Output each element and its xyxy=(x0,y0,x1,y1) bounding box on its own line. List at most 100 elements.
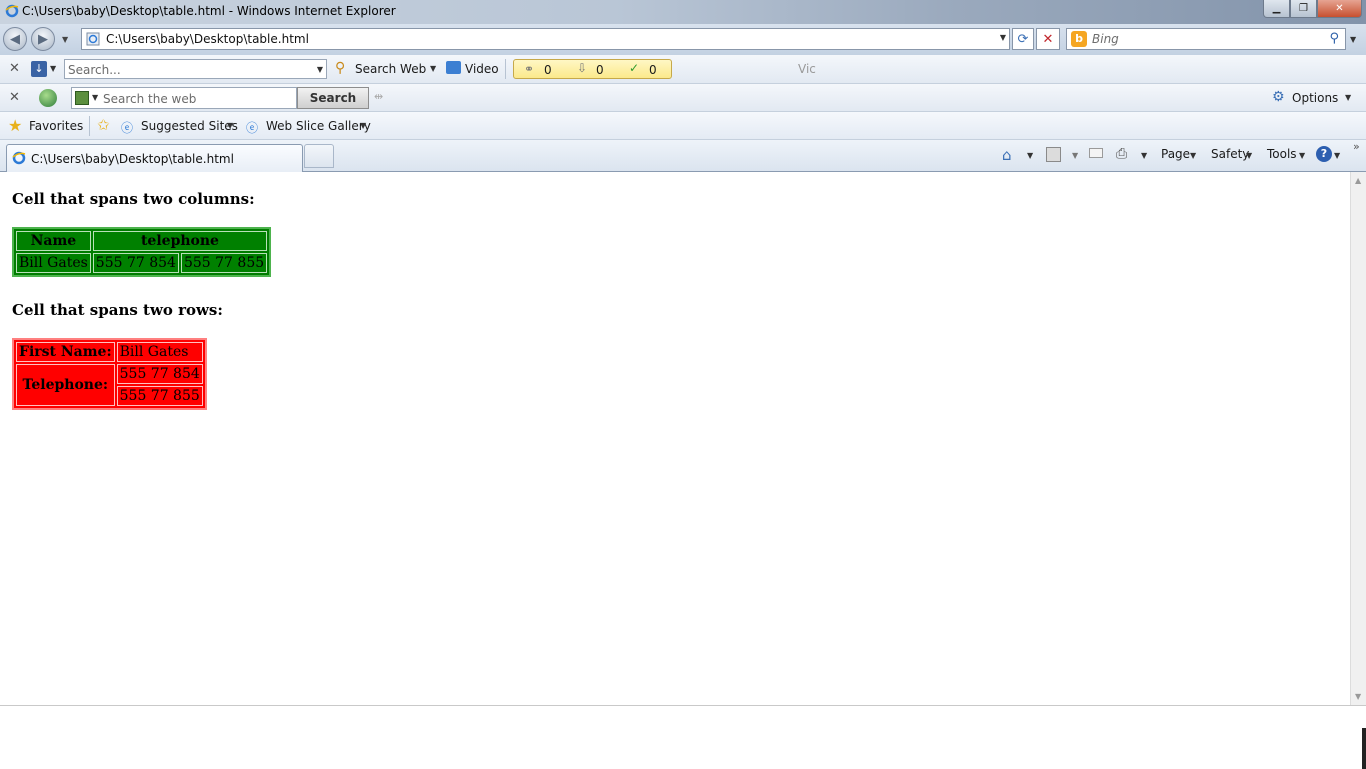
favorites-bar: ★ Favorites ✩ ⓔ Suggested Sites ▼ ⓔ Web … xyxy=(0,112,1366,140)
web-slice-icon: ⓔ xyxy=(246,121,259,135)
minimize-button[interactable]: ▁ xyxy=(1263,0,1290,18)
table-cell-phone-a: 555 77 854 xyxy=(116,364,203,384)
feeds-dropdown-icon[interactable]: ▼ xyxy=(1072,151,1078,160)
stop-button[interactable]: ✕ xyxy=(1036,28,1060,50)
forward-button[interactable]: ▶ xyxy=(31,27,55,51)
counter-box[interactable]: ⚭ 0 ⇩ 0 ✓ 0 xyxy=(513,59,672,79)
window-title: C:\Users\baby\Desktop\table.html - Windo… xyxy=(22,4,396,18)
table-header-first-name: First Name: xyxy=(16,342,115,362)
add-to-favorites-icon[interactable]: ✩ xyxy=(97,116,110,134)
title-bar: C:\Users\baby\Desktop\table.html - Windo… xyxy=(0,0,1366,24)
search-web-dropdown-icon[interactable]: ▼ xyxy=(430,64,436,73)
close-toolbar-icon[interactable]: ✕ xyxy=(9,61,20,76)
table-cell-name: Bill Gates xyxy=(16,253,91,273)
home-dropdown-icon[interactable]: ▼ xyxy=(1027,151,1033,160)
table-cell-phone-2: 555 77 855 xyxy=(180,253,268,273)
download-count-icon: ⇩ xyxy=(577,61,588,75)
web-slice-dropdown-icon[interactable]: ▼ xyxy=(360,121,366,130)
favorites-divider xyxy=(89,116,90,136)
safety-menu[interactable]: Safety xyxy=(1211,147,1249,161)
table-cell-phone-1: 555 77 854 xyxy=(92,253,179,273)
options-dropdown-icon[interactable]: ▼ xyxy=(1345,93,1351,102)
home-icon[interactable]: ⌂ xyxy=(1002,146,1012,164)
toolbar-download-icon[interactable]: ↓ xyxy=(31,61,47,77)
maximize-button[interactable]: ❐ xyxy=(1290,0,1317,18)
bing-search-box[interactable]: b Bing ⚲ xyxy=(1066,28,1346,50)
help-icon[interactable]: ? xyxy=(1316,146,1332,162)
search-engine-dropdown-icon[interactable]: ▼ xyxy=(92,93,98,102)
chevron-more-icon[interactable]: » xyxy=(1353,140,1360,153)
search-button[interactable]: Search xyxy=(297,87,369,109)
globe-icon[interactable] xyxy=(39,89,57,107)
colspan-table: Name telephone Bill Gates 555 77 854 555… xyxy=(12,227,272,277)
check-icon: ✓ xyxy=(629,61,640,75)
counter-checks: 0 xyxy=(649,63,657,77)
search-provider-dropdown-icon[interactable]: ▼ xyxy=(1350,35,1356,44)
vertical-scrollbar[interactable]: ▲ ▼ xyxy=(1350,172,1366,705)
suggested-sites-link[interactable]: Suggested Sites xyxy=(141,119,238,133)
search-web-button[interactable]: Search Web xyxy=(355,62,426,76)
refresh-button[interactable]: ⟳ xyxy=(1012,28,1034,50)
table-header-telephone: telephone xyxy=(92,231,268,251)
print-dropdown-icon[interactable]: ▼ xyxy=(1141,151,1147,160)
page-dropdown-icon[interactable]: ▼ xyxy=(1190,151,1196,160)
new-tab-button[interactable] xyxy=(304,144,334,168)
close-window-button[interactable]: ✕ xyxy=(1317,0,1362,18)
address-dropdown-icon[interactable]: ▼ xyxy=(1000,33,1006,42)
toolbar-search-input[interactable]: Search... xyxy=(68,63,121,77)
toolbar-search-dropdown-icon[interactable]: ▼ xyxy=(317,65,323,74)
suggested-sites-icon: ⓔ xyxy=(121,121,134,135)
web-slice-gallery-link[interactable]: Web Slice Gallery xyxy=(266,119,371,133)
back-button[interactable]: ◀ xyxy=(3,27,27,51)
print-icon[interactable]: ⎙ xyxy=(1116,146,1127,162)
toolbar-divider xyxy=(505,59,506,79)
tools-dropdown-icon[interactable]: ▼ xyxy=(1299,151,1305,160)
tools-menu[interactable]: Tools xyxy=(1267,147,1297,161)
table-header-telephone-rowspan: Telephone: xyxy=(16,364,115,406)
close-toolbar2-icon[interactable]: ✕ xyxy=(9,90,20,105)
search-icon[interactable]: ⚲ xyxy=(1329,31,1339,46)
address-input[interactable]: C:\Users\baby\Desktop\table.html xyxy=(106,32,309,46)
stop-icon: ✕ xyxy=(1042,31,1054,47)
toolbar-search-web: ✕ ↓ ▼ Search... ▼ ⚲ Search Web ▼ Video ⚭… xyxy=(0,55,1366,84)
counter-links: 0 xyxy=(544,63,552,77)
safety-dropdown-icon[interactable]: ▼ xyxy=(1246,151,1252,160)
options-button[interactable]: Options xyxy=(1292,91,1338,105)
recent-pages-dropdown-icon[interactable]: ▼ xyxy=(62,35,68,44)
toolbar-resize-handle[interactable]: ⇹ xyxy=(374,90,383,103)
bing-search-input[interactable]: Bing xyxy=(1092,32,1119,46)
address-row: ◀ ▶ ▼ C:\Users\baby\Desktop\table.html ▼… xyxy=(0,24,1366,55)
magnifier-icon: ⚲ xyxy=(335,60,346,76)
scroll-up-icon[interactable]: ▲ xyxy=(1355,176,1361,185)
table-cell-first-name: Bill Gates xyxy=(116,342,203,362)
page-content: Cell that spans two columns: Name teleph… xyxy=(1,172,1350,705)
page-menu[interactable]: Page xyxy=(1161,147,1190,161)
favorites-star-icon: ★ xyxy=(8,116,23,135)
help-dropdown-icon[interactable]: ▼ xyxy=(1334,151,1340,160)
suggested-sites-dropdown-icon[interactable]: ▼ xyxy=(227,121,233,130)
toolbar-menu-dropdown-icon[interactable]: ▼ xyxy=(50,64,56,73)
table-header-name: Name xyxy=(16,231,91,251)
web-search-field[interactable]: ▼ Search the web xyxy=(71,87,297,109)
table-cell-phone-b: 555 77 855 xyxy=(116,386,203,406)
video-button[interactable]: Video xyxy=(465,62,499,76)
refresh-icon: ⟳ xyxy=(1017,31,1029,47)
options-gear-icon: ⚙ xyxy=(1272,89,1285,105)
tab-page-icon xyxy=(12,151,26,168)
rowspan-table: First Name: Bill Gates Telephone: 555 77… xyxy=(12,338,207,410)
heading-colspan: Cell that spans two columns: xyxy=(12,190,255,208)
ie-logo-icon xyxy=(5,4,19,21)
web-search-input[interactable]: Search the web xyxy=(103,92,196,106)
feeds-icon[interactable] xyxy=(1046,147,1061,162)
toolbar-search-field[interactable]: Search... ▼ xyxy=(64,59,327,79)
back-arrow-icon: ◀ xyxy=(10,31,20,47)
search-engine-icon[interactable] xyxy=(75,91,89,105)
scroll-down-icon[interactable]: ▼ xyxy=(1355,692,1361,701)
mail-icon[interactable] xyxy=(1089,148,1103,158)
heading-rowspan: Cell that spans two rows: xyxy=(12,301,223,319)
favorites-button[interactable]: Favorites xyxy=(29,119,83,133)
address-bar[interactable]: C:\Users\baby\Desktop\table.html ▼ xyxy=(81,28,1010,50)
bing-icon: b xyxy=(1071,31,1087,47)
tab-active[interactable]: C:\Users\baby\Desktop\table.html xyxy=(6,144,303,172)
page-icon xyxy=(86,32,100,49)
